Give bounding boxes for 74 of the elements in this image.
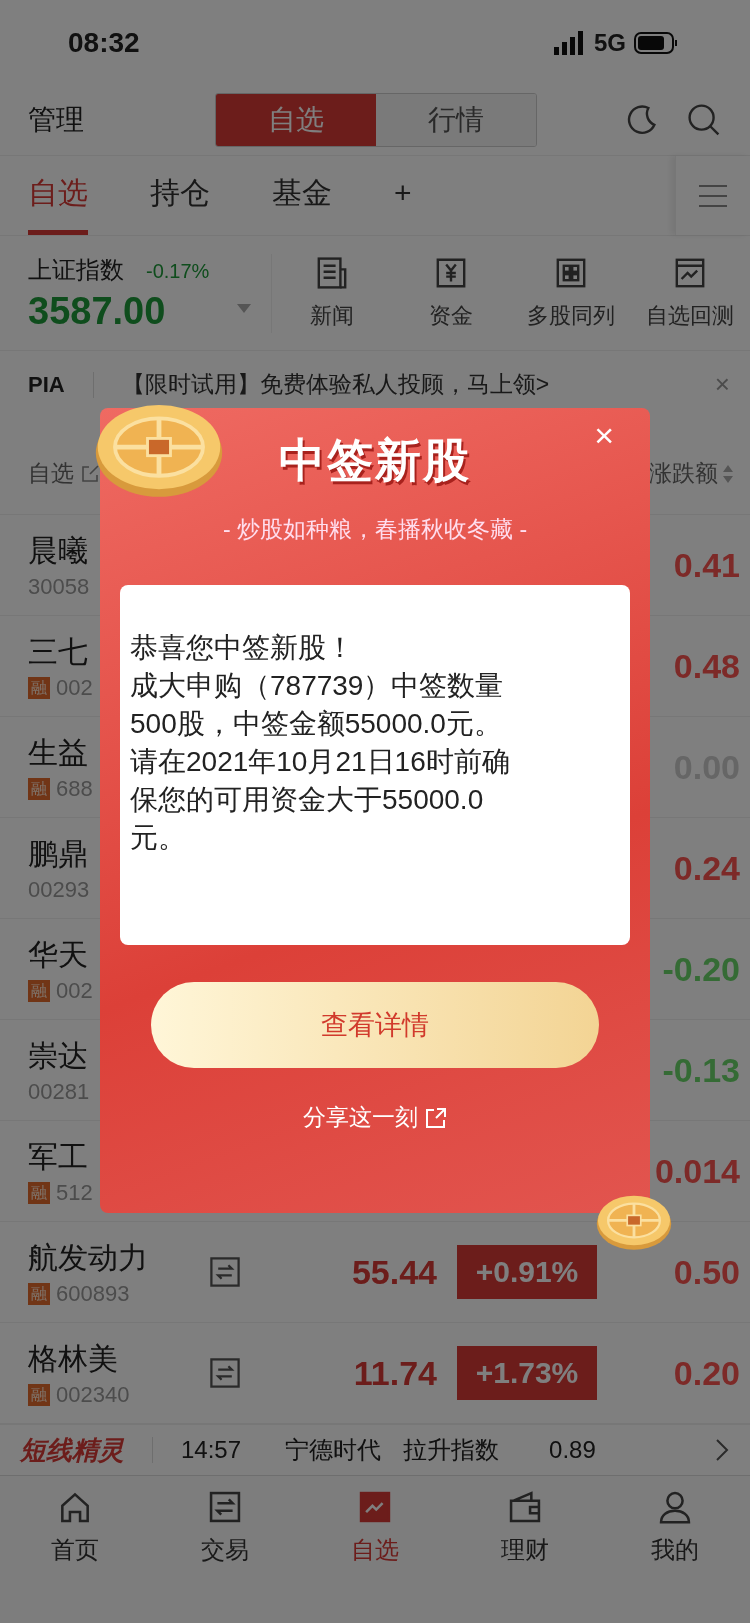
- margin-badge: 融: [28, 676, 50, 699]
- price-change: 0.24: [673, 848, 740, 888]
- tab[interactable]: +: [394, 156, 412, 235]
- close-button[interactable]: ×: [594, 416, 614, 455]
- stock-name: 生益: [28, 734, 88, 771]
- column-header: 自选: [28, 459, 74, 488]
- ticker-signal: 拉升指数: [403, 1435, 500, 1465]
- segment-tab[interactable]: 行情: [376, 94, 536, 146]
- price-change: 0.20: [673, 1353, 740, 1393]
- segment-tab[interactable]: 自选: [216, 94, 376, 146]
- price-change: 0.014: [654, 1151, 740, 1191]
- nav-item[interactable]: 自选: [300, 1488, 450, 1584]
- quick-action[interactable]: 多股同列: [511, 255, 631, 331]
- status-time: 08:32: [68, 26, 140, 59]
- nav-item[interactable]: 首页: [0, 1488, 150, 1584]
- stock-name: 三七: [28, 633, 88, 670]
- quick-action[interactable]: 新闻: [272, 255, 392, 331]
- stock-name: 华天: [28, 936, 88, 973]
- dialog-subtitle: - 炒股如种粮，春播秋收冬藏 -: [222, 515, 528, 544]
- index-name: 上证指数: [28, 254, 124, 285]
- message-text: 成大申购（787739）中签数量500股，中签金额55000.0元。: [130, 669, 505, 741]
- margin-badge: 融: [28, 1383, 50, 1406]
- tab[interactable]: 持仓: [150, 156, 210, 235]
- ticker-title: 短线精灵: [20, 1433, 124, 1467]
- margin-badge: 融: [28, 1282, 50, 1305]
- share-icon: [423, 1105, 448, 1130]
- ticker-stock: 宁德时代: [285, 1435, 382, 1465]
- margin-badge: 融: [28, 777, 50, 800]
- network-label: 5G: [594, 28, 626, 57]
- promo-link[interactable]: 【限时试用】免费体验私人投顾，马上领>: [121, 369, 550, 400]
- stock-name: 鹏鼎: [28, 835, 88, 872]
- battery-icon: [634, 30, 680, 55]
- margin-badge: 融: [28, 1181, 50, 1204]
- price-change: 0.50: [673, 1252, 740, 1292]
- manage-link[interactable]: 管理: [28, 101, 215, 139]
- exchange-icon[interactable]: [208, 1255, 242, 1289]
- tab[interactable]: 基金: [272, 156, 332, 235]
- percent-change: +1.73%: [457, 1346, 597, 1400]
- stock-name: 航发动力: [28, 1239, 148, 1276]
- quick-action[interactable]: 自选回测: [630, 255, 750, 331]
- stock-price: 11.74: [352, 1353, 437, 1393]
- margin-badge: 融: [28, 979, 50, 1002]
- dialog-title: 中签新股: [279, 433, 471, 488]
- price-change: -0.20: [662, 949, 740, 989]
- percent-change: +0.91%: [457, 1245, 597, 1299]
- nav-item[interactable]: 我的: [600, 1488, 750, 1584]
- stock-name: 晨曦: [28, 532, 88, 569]
- stock-name: 崇达: [28, 1037, 88, 1074]
- details-button[interactable]: 查看详情: [151, 982, 599, 1068]
- column-header[interactable]: 涨跌额: [649, 458, 718, 489]
- price-change: -0.13: [662, 1050, 740, 1090]
- stock-name: 军工: [28, 1138, 88, 1175]
- ticker-value: 0.89: [549, 1436, 596, 1464]
- nav-item[interactable]: 交易: [150, 1488, 300, 1584]
- exchange-icon[interactable]: [208, 1356, 242, 1390]
- banner-tag: PIA: [28, 371, 65, 398]
- tab[interactable]: 自选: [28, 156, 88, 235]
- stock-name: 格林美: [28, 1340, 118, 1377]
- edit-icon[interactable]: [80, 463, 100, 484]
- index-change: -0.17%: [146, 259, 210, 283]
- ticker-time: 14:57: [181, 1436, 242, 1464]
- share-link[interactable]: 分享这一刻: [302, 1102, 448, 1133]
- message-text: 请在2021年10月21日16时前确保您的可用资金大于55000.0元。: [130, 745, 511, 855]
- index-value: 3587.00: [28, 289, 166, 333]
- search-icon[interactable]: [686, 102, 722, 138]
- nav-item[interactable]: 理财: [450, 1488, 600, 1584]
- stock-price: 55.44: [350, 1252, 437, 1292]
- quick-action[interactable]: 资金: [391, 255, 511, 331]
- price-change: 0.48: [673, 646, 740, 686]
- message-text: 恭喜您中签新股！: [130, 631, 355, 665]
- signal-icon: [554, 30, 586, 55]
- chevron-right-icon[interactable]: [714, 1437, 730, 1463]
- close-button[interactable]: ×: [714, 369, 730, 400]
- price-change: 0.41: [673, 545, 740, 585]
